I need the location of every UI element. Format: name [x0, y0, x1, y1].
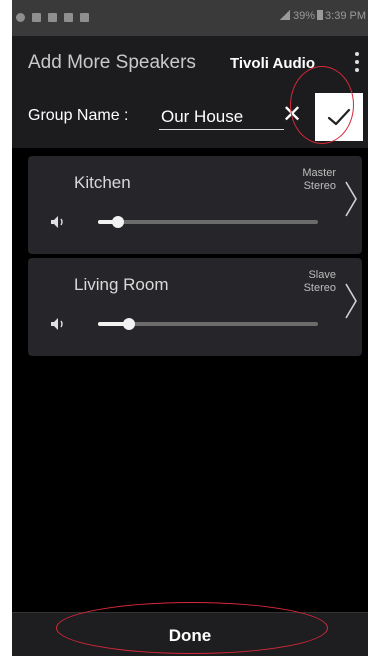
speaker-volume-icon	[51, 216, 63, 228]
clock: 3:39 PM	[325, 10, 366, 22]
speaker-role-primary: Master	[302, 167, 336, 179]
checkmark-icon	[327, 108, 351, 126]
signal-icon	[280, 10, 290, 20]
speaker-role-mode: Stereo	[303, 180, 336, 192]
group-name-row: Group Name : ✕	[12, 88, 368, 148]
phone-screen: 39% 3:39 PM Add More Speakers Tivoli Audi…	[12, 0, 368, 656]
bottom-bar: Done	[12, 612, 368, 656]
speaker-card-kitchen[interactable]: Kitchen Master Stereo	[28, 156, 362, 254]
notification-icon	[16, 13, 25, 22]
chevron-right-icon[interactable]	[342, 180, 360, 218]
chevron-right-icon[interactable]	[342, 282, 360, 320]
speaker-volume-icon	[51, 318, 63, 330]
speaker-card-living-room[interactable]: Living Room Slave Stereo	[28, 258, 362, 356]
status-indicators: 39% 3:39 PM	[280, 10, 366, 22]
warning-icon	[64, 13, 73, 22]
notification-icon	[32, 13, 41, 22]
app-header: Add More Speakers Tivoli Audio	[12, 36, 368, 88]
volume-slider[interactable]	[98, 216, 318, 228]
done-button[interactable]: Done	[12, 613, 368, 656]
volume-slider[interactable]	[98, 318, 318, 330]
status-bar: 39% 3:39 PM	[12, 0, 368, 36]
notification-icon	[48, 13, 57, 22]
image-icon	[80, 13, 89, 22]
speaker-name: Kitchen	[74, 173, 131, 192]
speaker-role: Master Stereo	[302, 167, 336, 193]
group-name-input[interactable]	[159, 104, 284, 130]
group-name-label: Group Name :	[28, 107, 129, 124]
page-title: Add More Speakers	[28, 52, 196, 73]
volume-slider-thumb[interactable]	[122, 318, 135, 330]
speaker-role-primary: Slave	[308, 269, 336, 281]
confirm-button[interactable]	[315, 93, 363, 141]
speaker-role-mode: Stereo	[303, 282, 336, 294]
volume-slider-thumb[interactable]	[111, 216, 124, 228]
battery-percent: 39%	[293, 10, 316, 22]
speaker-name: Living Room	[74, 275, 169, 294]
overflow-menu-icon[interactable]	[352, 52, 362, 76]
close-icon[interactable]: ✕	[278, 100, 306, 130]
battery-icon	[317, 10, 324, 20]
brand-name: Tivoli Audio	[230, 55, 315, 72]
speaker-role: Slave Stereo	[304, 269, 336, 295]
